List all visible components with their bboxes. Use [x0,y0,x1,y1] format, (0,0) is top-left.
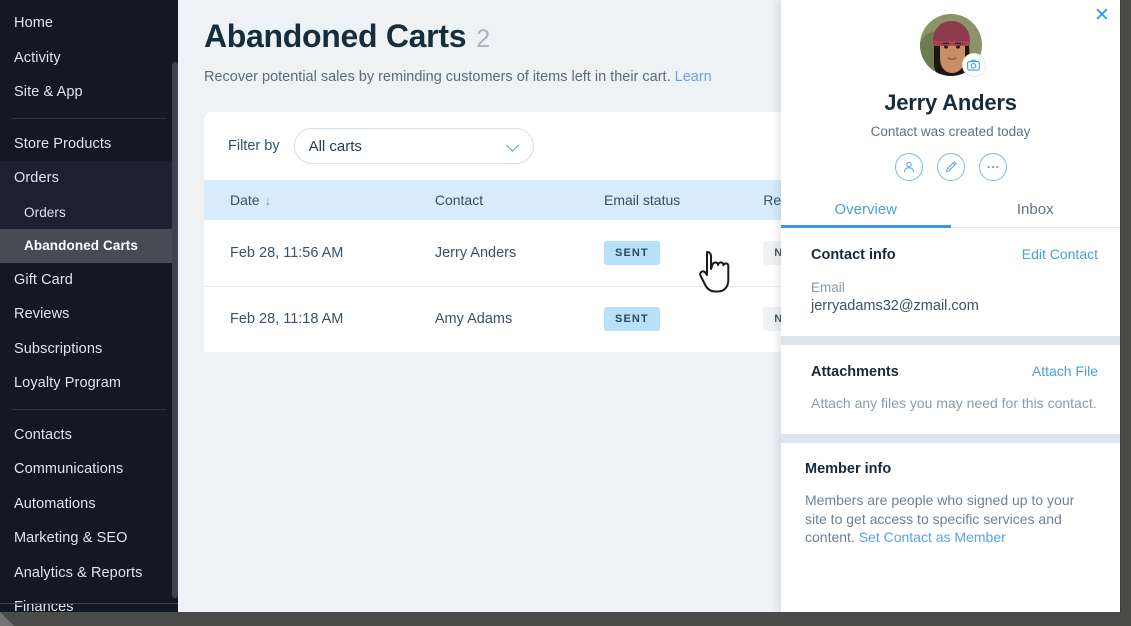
contact-detail-panel: ✕ Jerry Anders Contact was created today… [781,0,1120,612]
sidebar-item-orders[interactable]: Orders [0,195,178,229]
filter-by-label: Filter by [228,138,280,154]
sidebar-item-orders-group[interactable]: Orders [0,161,178,196]
pencil-icon[interactable] [936,153,965,181]
window-vertical-scrollbar[interactable] [1120,0,1131,612]
email-value: jerryadams32@zmail.com [811,298,979,314]
contact-actions [781,153,1120,181]
column-header-date-label: Date [230,192,260,208]
sidebar-item-home[interactable]: Home [0,6,178,41]
member-info-body: Members are people who signed up to your… [805,491,1098,546]
mouse-cursor-pointer [699,251,730,293]
sidebar-divider-2 [12,408,166,410]
sidebar-item-automations[interactable]: Automations [0,487,178,522]
panel-tabs: Overview Inbox [781,195,1120,228]
column-header-date[interactable]: Date ↓ [204,180,435,220]
status-badge-sent: SENT [604,240,660,265]
cell-email-status: SENT [604,286,763,352]
camera-glyph [967,59,980,71]
pencil-glyph [945,161,957,172]
sidebar-item-abandoned-carts[interactable]: Abandoned Carts [0,229,178,263]
page-title: Abandoned Carts [204,18,467,54]
camera-icon[interactable] [961,53,986,77]
sidebar-item-site-app[interactable]: Site & App [0,75,178,110]
column-header-email-status[interactable]: Email status [604,180,764,220]
ellipsis-glyph [987,165,998,169]
cell-contact[interactable]: Jerry Anders [434,220,605,287]
sidebar-item-store-products[interactable]: Store Products [0,127,178,162]
contact-info-title: Contact info [811,247,896,263]
panel-header: Jerry Anders Contact was created today [781,0,1120,181]
cart-filter-select[interactable]: All carts [293,128,534,164]
column-header-contact[interactable]: Contact [434,180,605,220]
attachments-body: Attach any files you may need for this c… [811,395,1097,411]
person-glyph [903,161,914,173]
edit-contact-link[interactable]: Edit Contact [1022,246,1098,262]
tab-inbox[interactable]: Inbox [951,195,1121,227]
avatar-wrapper [919,14,986,77]
sidebar-item-analytics-reports[interactable]: Analytics & Reports [0,556,178,591]
sidebar-bottom-divider [0,603,178,604]
person-icon[interactable] [894,153,923,181]
sidebar-divider-1 [12,117,166,119]
member-info-header: Member info [805,461,1098,477]
ellipsis-icon[interactable] [978,153,1007,181]
set-contact-as-member-link[interactable]: Set Contact as Member [859,529,1006,545]
section-divider [781,434,1120,444]
cell-contact[interactable]: Amy Adams [435,286,604,352]
sidebar-item-loyalty-program[interactable]: Loyalty Program [0,366,178,401]
sidebar-item-gift-card[interactable]: Gift Card [0,263,178,298]
sidebar-item-finances[interactable]: Finances [0,590,178,612]
contact-info-section: Contact info Edit Contact Email jerryada… [781,228,1120,336]
cart-filter-value: All carts [308,137,362,155]
cell-email-status: SENT [604,220,764,287]
email-label: Email [811,280,845,295]
contact-info-header: Contact info Edit Contact [811,246,1098,263]
learn-more-link[interactable]: Learn [675,69,712,85]
sidebar-item-activity[interactable]: Activity [0,41,178,76]
sidebar-item-subscriptions[interactable]: Subscriptions [0,332,178,367]
cell-date: Feb 28, 11:56 AM [204,220,435,287]
sort-descending-icon: ↓ [264,193,272,208]
sidebar-item-communications[interactable]: Communications [0,452,178,487]
sidebar-item-reviews[interactable]: Reviews [0,297,178,332]
attachments-section: Attachments Attach File Attach any files… [781,345,1120,435]
attachments-title: Attachments [811,364,899,380]
chevron-down-icon [507,140,519,152]
cell-date: Feb 28, 11:18 AM [230,311,344,328]
status-badge-sent: SENT [604,307,660,332]
member-info-title: Member info [805,461,892,478]
tab-overview[interactable]: Overview [781,195,951,228]
window-horizontal-scrollbar[interactable] [0,612,1131,626]
contact-name: Jerry Anders [884,90,1017,115]
page-subtitle-text: Recover potential sales by reminding cus… [204,69,675,85]
section-divider [781,336,1120,345]
app-window: Home Activity Site & App Store Products … [0,0,1131,626]
sidebar-item-contacts[interactable]: Contacts [0,418,178,453]
contact-created-meta: Contact was created today [870,124,1031,139]
sidebar-item-marketing-seo[interactable]: Marketing & SEO [0,521,178,556]
attachments-header: Attachments Attach File [811,363,1098,380]
attach-file-link[interactable]: Attach File [1032,363,1098,379]
main-sidebar: Home Activity Site & App Store Products … [0,0,178,612]
member-info-section: Member info Members are people who signe… [781,443,1120,569]
page-item-count: 2 [476,25,491,53]
close-icon[interactable]: ✕ [1093,6,1111,26]
